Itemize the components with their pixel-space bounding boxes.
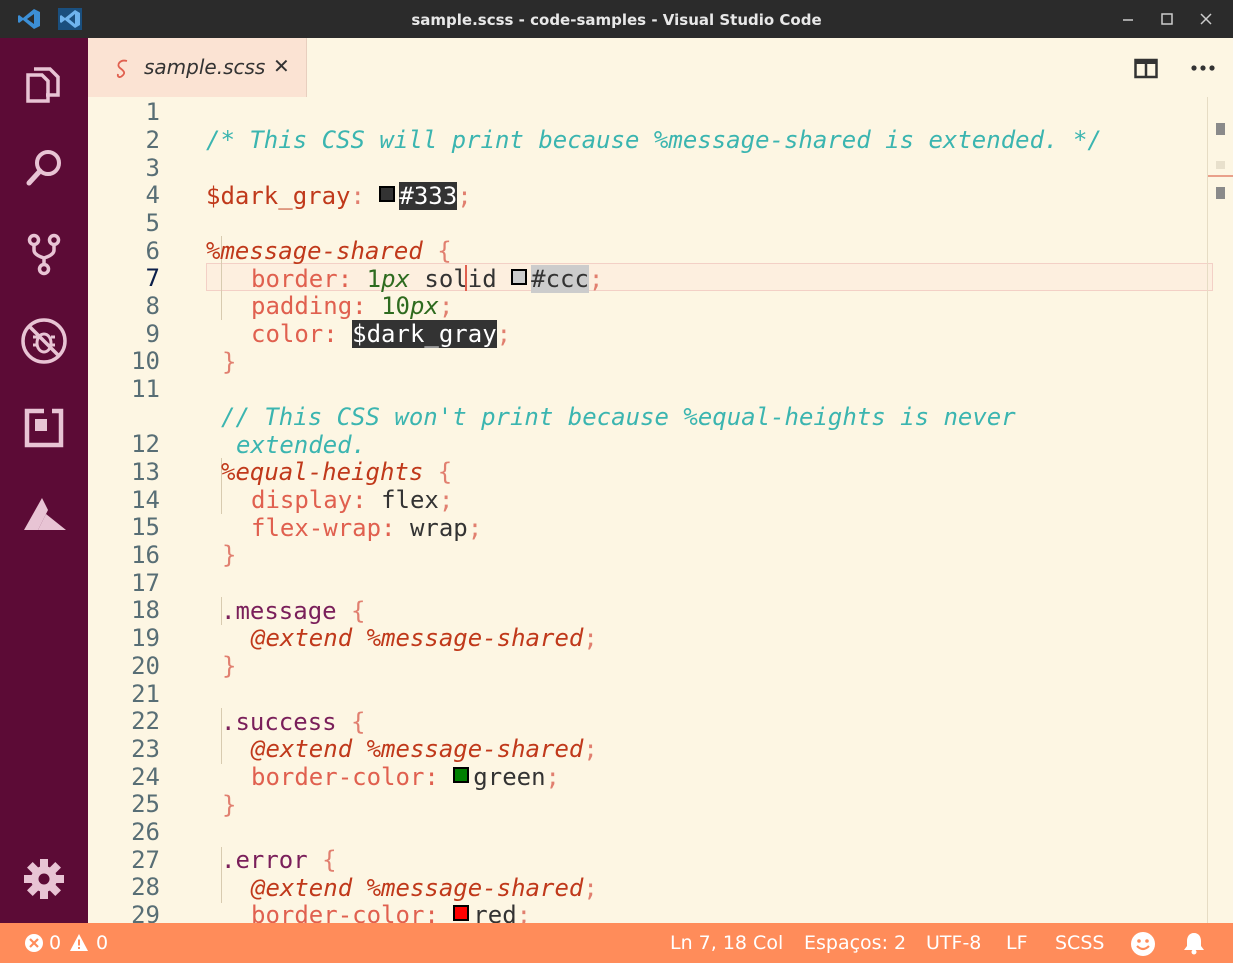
cursor-position-marker [1208,175,1233,177]
tab-label: sample.scss [144,55,266,79]
code-line: @extend %message-shared; [88,596,1208,652]
color-swatch[interactable] [379,186,396,202]
colon: : [350,182,365,210]
title-bar: sample.scss - code-samples - Visual Stud… [0,0,1233,38]
color-value: #333 [399,182,458,210]
editor-scrollbar[interactable] [1207,97,1233,923]
code-line: $dark_gray: #333; [88,154,1208,210]
code-line: border: 1px solid #ccc; [88,237,1208,293]
code-line: display: flex; [88,458,1208,514]
end-of-line[interactable]: LF [1006,923,1028,963]
comment: /* This CSS will print because %message-… [206,126,1102,154]
explorer-icon[interactable] [18,57,70,109]
code-line: .success { [88,680,1208,736]
code-line: border-color: red; [88,873,1208,923]
language-mode[interactable]: SCSS [1055,923,1104,963]
activity-bar [0,38,88,923]
warning-icon[interactable] [69,933,89,952]
more-actions-icon[interactable] [1190,64,1216,72]
minimize-button[interactable] [1118,9,1138,29]
code-line: // This CSS won't print because %equal-h… [88,375,1208,431]
code-line: flex-wrap: wrap; [88,486,1208,542]
cursor-position[interactable]: Ln 7, 18 Col [670,923,783,963]
tab-bar: sample.scss ✕ [88,38,1233,97]
close-window-button[interactable] [1196,9,1216,29]
code-line: %message-shared { [88,209,1208,265]
variable: $dark_gray [206,182,351,210]
status-bar: 0 0 Ln 7, 18 Col Espaços: 2 UTF-8 LF SCS… [0,923,1233,963]
overview-marker [1216,123,1225,135]
code-line: } [88,624,1208,680]
azure-icon[interactable] [18,488,70,540]
code-line: /* This CSS will print because %message-… [88,98,1208,154]
encoding[interactable]: UTF-8 [926,923,981,963]
extensions-icon[interactable] [18,402,70,454]
code-line: color: $dark_gray; [88,292,1208,348]
scrollbar-border [1207,97,1208,923]
code-line: @extend %message-shared; [88,707,1208,763]
error-count[interactable]: 0 [49,923,61,963]
warning-count[interactable]: 0 [96,923,108,963]
maximize-button[interactable] [1157,9,1177,29]
window-title: sample.scss - code-samples - Visual Stud… [411,11,822,29]
debug-icon[interactable] [18,315,70,367]
code-line-wrapped: extended. [88,403,1208,459]
split-editor-icon[interactable] [1134,58,1158,80]
search-icon[interactable] [18,142,70,194]
code-line: } [88,320,1208,376]
code-line: .error { [88,818,1208,874]
sass-file-icon [116,59,128,78]
overview-marker [1216,187,1225,199]
tab-close-icon[interactable]: ✕ [273,54,290,78]
semicolon: ; [457,182,472,210]
error-icon[interactable] [24,933,44,953]
code-line: .message { [88,569,1208,625]
brace: } [222,348,237,376]
code-line-active: padding: 10px; [88,264,1208,320]
code-line: } [88,763,1208,819]
brace: } [222,652,237,680]
code-line: %equal-heights { [88,430,1208,486]
brace: } [222,791,237,819]
code-line: } [88,513,1208,569]
notifications-bell-icon[interactable] [1183,931,1205,955]
code-line: @extend %message-shared; [88,846,1208,902]
code-line: border-color: green; [88,735,1208,791]
feedback-smiley-icon[interactable] [1130,931,1156,957]
text-cursor [465,265,467,291]
indentation[interactable]: Espaços: 2 [804,923,906,963]
tab-sample-scss[interactable]: sample.scss ✕ [88,38,307,97]
code-editor[interactable]: 1 2 3 4 5 6 7 8 9 10 11 12 13 14 15 16 1… [88,97,1233,923]
settings-gear-icon[interactable] [18,853,70,905]
code-line: } [88,901,1208,923]
source-control-icon[interactable] [18,228,70,280]
overview-marker [1216,161,1225,169]
brace: } [222,541,237,569]
